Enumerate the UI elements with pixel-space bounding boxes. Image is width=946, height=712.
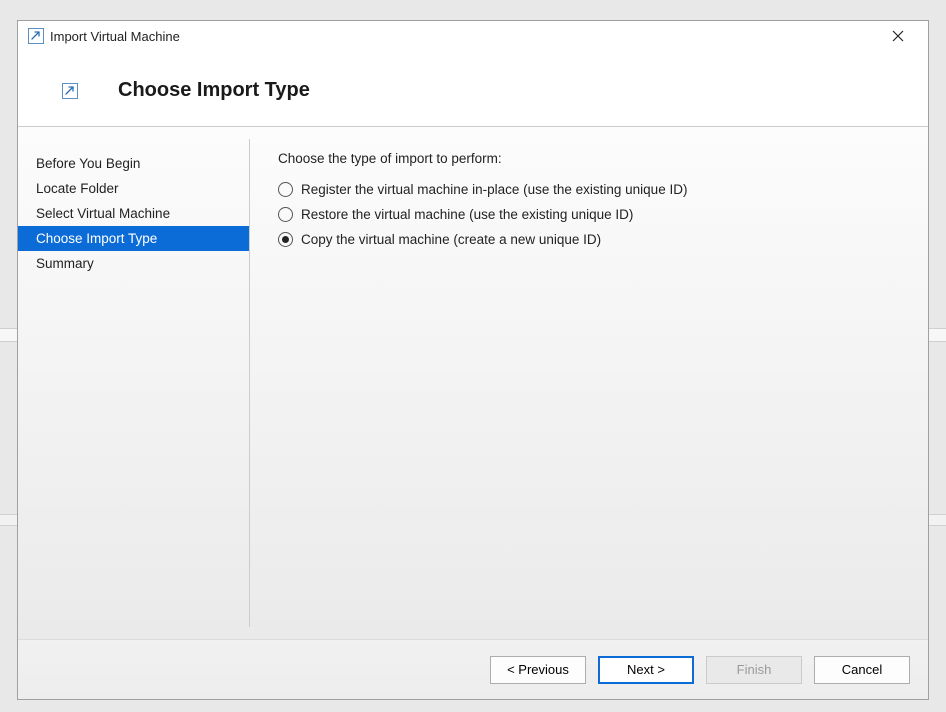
footer: < Previous Next > Finish Cancel [18, 639, 928, 699]
radio-label: Copy the virtual machine (create a new u… [301, 232, 601, 247]
radio-label: Restore the virtual machine (use the exi… [301, 207, 633, 222]
finish-button: Finish [706, 656, 802, 684]
radio-icon [278, 182, 293, 197]
app-arrow-icon [28, 28, 44, 44]
page-title: Choose Import Type [118, 79, 310, 102]
page-header: Choose Import Type [18, 51, 928, 127]
radio-icon [278, 232, 293, 247]
window-title: Import Virtual Machine [50, 29, 180, 44]
titlebar: Import Virtual Machine [18, 21, 928, 51]
step-summary[interactable]: Summary [18, 251, 249, 276]
radio-copy-vm[interactable]: Copy the virtual machine (create a new u… [278, 232, 900, 247]
next-button[interactable]: Next > [598, 656, 694, 684]
previous-button[interactable]: < Previous [490, 656, 586, 684]
close-icon [891, 29, 905, 43]
wizard-steps-sidebar: Before You Begin Locate Folder Select Vi… [18, 139, 250, 627]
radio-restore-vm[interactable]: Restore the virtual machine (use the exi… [278, 207, 900, 222]
step-locate-folder[interactable]: Locate Folder [18, 176, 249, 201]
step-before-you-begin[interactable]: Before You Begin [18, 151, 249, 176]
import-vm-dialog: Import Virtual Machine Choose Import Typ… [17, 20, 929, 700]
content-panel: Choose the type of import to perform: Re… [250, 127, 928, 639]
prompt-text: Choose the type of import to perform: [278, 151, 900, 166]
step-choose-import-type[interactable]: Choose Import Type [18, 226, 249, 251]
radio-register-in-place[interactable]: Register the virtual machine in-place (u… [278, 182, 900, 197]
step-select-virtual-machine[interactable]: Select Virtual Machine [18, 201, 249, 226]
radio-label: Register the virtual machine in-place (u… [301, 182, 687, 197]
header-arrow-icon [62, 83, 78, 99]
body: Before You Begin Locate Folder Select Vi… [18, 127, 928, 639]
radio-icon [278, 207, 293, 222]
cancel-button[interactable]: Cancel [814, 656, 910, 684]
close-button[interactable] [878, 22, 918, 50]
